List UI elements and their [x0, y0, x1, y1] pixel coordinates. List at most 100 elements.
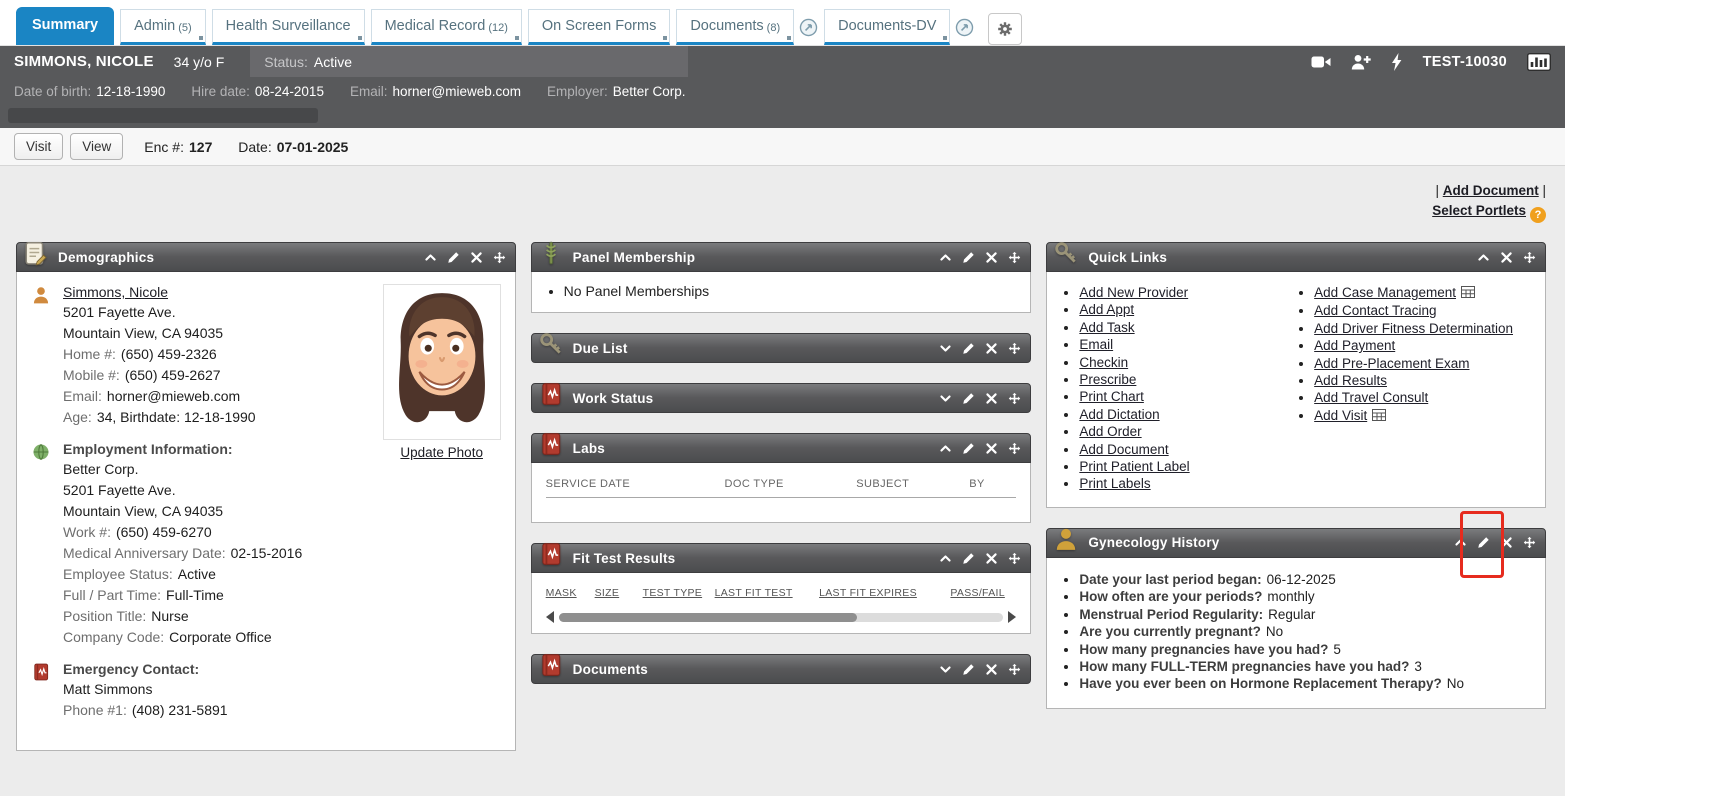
- portlet-header[interactable]: Panel Membership: [531, 242, 1032, 272]
- collapse-icon[interactable]: [1454, 536, 1467, 549]
- tab-on-screen-forms[interactable]: On Screen Forms: [528, 9, 670, 45]
- scrollbar-thumb[interactable]: [559, 613, 857, 622]
- collapse-icon[interactable]: [1477, 251, 1490, 264]
- quick-link[interactable]: Print Chart: [1079, 389, 1144, 404]
- close-icon[interactable]: [985, 442, 998, 455]
- tab-admin[interactable]: Admin(5): [120, 9, 206, 45]
- quick-link[interactable]: Add Driver Fitness Determination: [1314, 321, 1513, 336]
- move-icon[interactable]: [1008, 663, 1021, 676]
- move-icon[interactable]: [1008, 442, 1021, 455]
- close-icon[interactable]: [985, 552, 998, 565]
- edit-icon[interactable]: [962, 442, 975, 455]
- column-header[interactable]: BY: [969, 478, 1016, 490]
- move-icon[interactable]: [1008, 552, 1021, 565]
- close-icon[interactable]: [985, 663, 998, 676]
- column-header[interactable]: LAST FIT TEST: [715, 587, 819, 599]
- collapse-icon[interactable]: [939, 552, 952, 565]
- column-header[interactable]: PASS/FAIL: [950, 587, 1016, 599]
- flash-icon[interactable]: [1391, 53, 1403, 71]
- close-icon[interactable]: [1500, 251, 1513, 264]
- tab-settings-button[interactable]: [988, 13, 1022, 45]
- collapse-icon[interactable]: [939, 251, 952, 264]
- scrollbar-track[interactable]: [559, 613, 1004, 622]
- move-icon[interactable]: [1523, 536, 1536, 549]
- quick-link[interactable]: Add Pre-Placement Exam: [1314, 356, 1469, 371]
- add-document-link[interactable]: Add Document: [1443, 183, 1539, 198]
- update-photo-link[interactable]: Update Photo: [383, 445, 501, 460]
- move-icon[interactable]: [1008, 342, 1021, 355]
- quick-link[interactable]: Add Payment: [1314, 338, 1395, 353]
- collapse-icon[interactable]: [939, 442, 952, 455]
- column-header[interactable]: SIZE: [595, 587, 643, 599]
- portlet-header[interactable]: Labs: [531, 433, 1032, 463]
- tab-documents-dv[interactable]: Documents-DV: [824, 9, 950, 45]
- close-icon[interactable]: [985, 392, 998, 405]
- quick-link[interactable]: Email: [1079, 337, 1113, 352]
- edit-icon[interactable]: [447, 251, 460, 264]
- quick-link[interactable]: Print Labels: [1079, 476, 1150, 491]
- portlet-header[interactable]: Demographics: [16, 242, 516, 272]
- expand-icon[interactable]: [939, 663, 952, 676]
- column-header[interactable]: SUBJECT: [856, 478, 969, 490]
- scroll-right-icon[interactable]: [1008, 611, 1016, 623]
- header-scroll-strip[interactable]: [8, 108, 318, 123]
- edit-icon[interactable]: [962, 392, 975, 405]
- select-portlets-link[interactable]: Select Portlets: [1432, 203, 1526, 218]
- visit-button[interactable]: Visit: [14, 133, 63, 160]
- popout-icon[interactable]: [955, 18, 974, 37]
- quick-link[interactable]: Add Case Management: [1314, 285, 1456, 300]
- column-header[interactable]: MASK: [546, 587, 595, 599]
- close-icon[interactable]: [470, 251, 483, 264]
- quick-link[interactable]: Add Results: [1314, 373, 1387, 388]
- chart-report-icon[interactable]: [1527, 53, 1551, 71]
- portlet-header[interactable]: Quick Links: [1046, 242, 1546, 272]
- quick-link[interactable]: Add Contact Tracing: [1314, 303, 1436, 318]
- close-icon[interactable]: [1500, 536, 1513, 549]
- scroll-left-icon[interactable]: [546, 611, 554, 623]
- portlet-header[interactable]: Documents: [531, 654, 1032, 684]
- help-icon[interactable]: ?: [1530, 207, 1546, 223]
- portlet-header[interactable]: Work Status: [531, 383, 1032, 413]
- tab-medical-record[interactable]: Medical Record(12): [371, 9, 522, 45]
- quick-link[interactable]: Add Document: [1079, 442, 1168, 457]
- quick-link[interactable]: Add Dictation: [1079, 407, 1159, 422]
- move-icon[interactable]: [1523, 251, 1536, 264]
- quick-link[interactable]: Add New Provider: [1079, 285, 1188, 300]
- edit-icon[interactable]: [962, 663, 975, 676]
- portlet-header[interactable]: Gynecology History: [1046, 528, 1546, 558]
- move-icon[interactable]: [493, 251, 506, 264]
- grid-icon[interactable]: [1372, 408, 1386, 425]
- grid-icon[interactable]: [1461, 285, 1475, 302]
- column-header[interactable]: DOC TYPE: [725, 478, 857, 490]
- quick-link[interactable]: Print Patient Label: [1079, 459, 1189, 474]
- expand-icon[interactable]: [939, 342, 952, 355]
- quick-link[interactable]: Add Order: [1079, 424, 1141, 439]
- quick-link[interactable]: Checkin: [1079, 355, 1128, 370]
- portlet-header[interactable]: Due List: [531, 333, 1032, 363]
- portlet-header[interactable]: Fit Test Results: [531, 543, 1032, 573]
- move-icon[interactable]: [1008, 392, 1021, 405]
- tab-summary[interactable]: Summary: [16, 7, 114, 45]
- edit-icon[interactable]: [1477, 536, 1490, 549]
- edit-icon[interactable]: [962, 342, 975, 355]
- column-header[interactable]: LAST FIT EXPIRES: [819, 587, 950, 599]
- edit-icon[interactable]: [962, 552, 975, 565]
- quick-link[interactable]: Add Travel Consult: [1314, 390, 1428, 405]
- move-icon[interactable]: [1008, 251, 1021, 264]
- tab-health-surveillance[interactable]: Health Surveillance: [212, 9, 365, 45]
- quick-link[interactable]: Add Visit: [1314, 408, 1367, 423]
- edit-icon[interactable]: [962, 251, 975, 264]
- patient-name-link[interactable]: Simmons, Nicole: [63, 284, 168, 300]
- popout-icon[interactable]: [799, 18, 818, 37]
- quick-link[interactable]: Prescribe: [1079, 372, 1136, 387]
- collapse-icon[interactable]: [424, 251, 437, 264]
- column-header[interactable]: SERVICE DATE: [546, 478, 725, 490]
- view-button[interactable]: View: [70, 133, 123, 160]
- tab-documents[interactable]: Documents(8): [676, 9, 794, 45]
- expand-icon[interactable]: [939, 392, 952, 405]
- quick-link[interactable]: Add Task: [1079, 320, 1134, 335]
- quick-link[interactable]: Add Appt: [1079, 302, 1134, 317]
- add-user-icon[interactable]: [1351, 54, 1371, 70]
- column-header[interactable]: TEST TYPE: [643, 587, 715, 599]
- video-camera-icon[interactable]: [1311, 55, 1331, 69]
